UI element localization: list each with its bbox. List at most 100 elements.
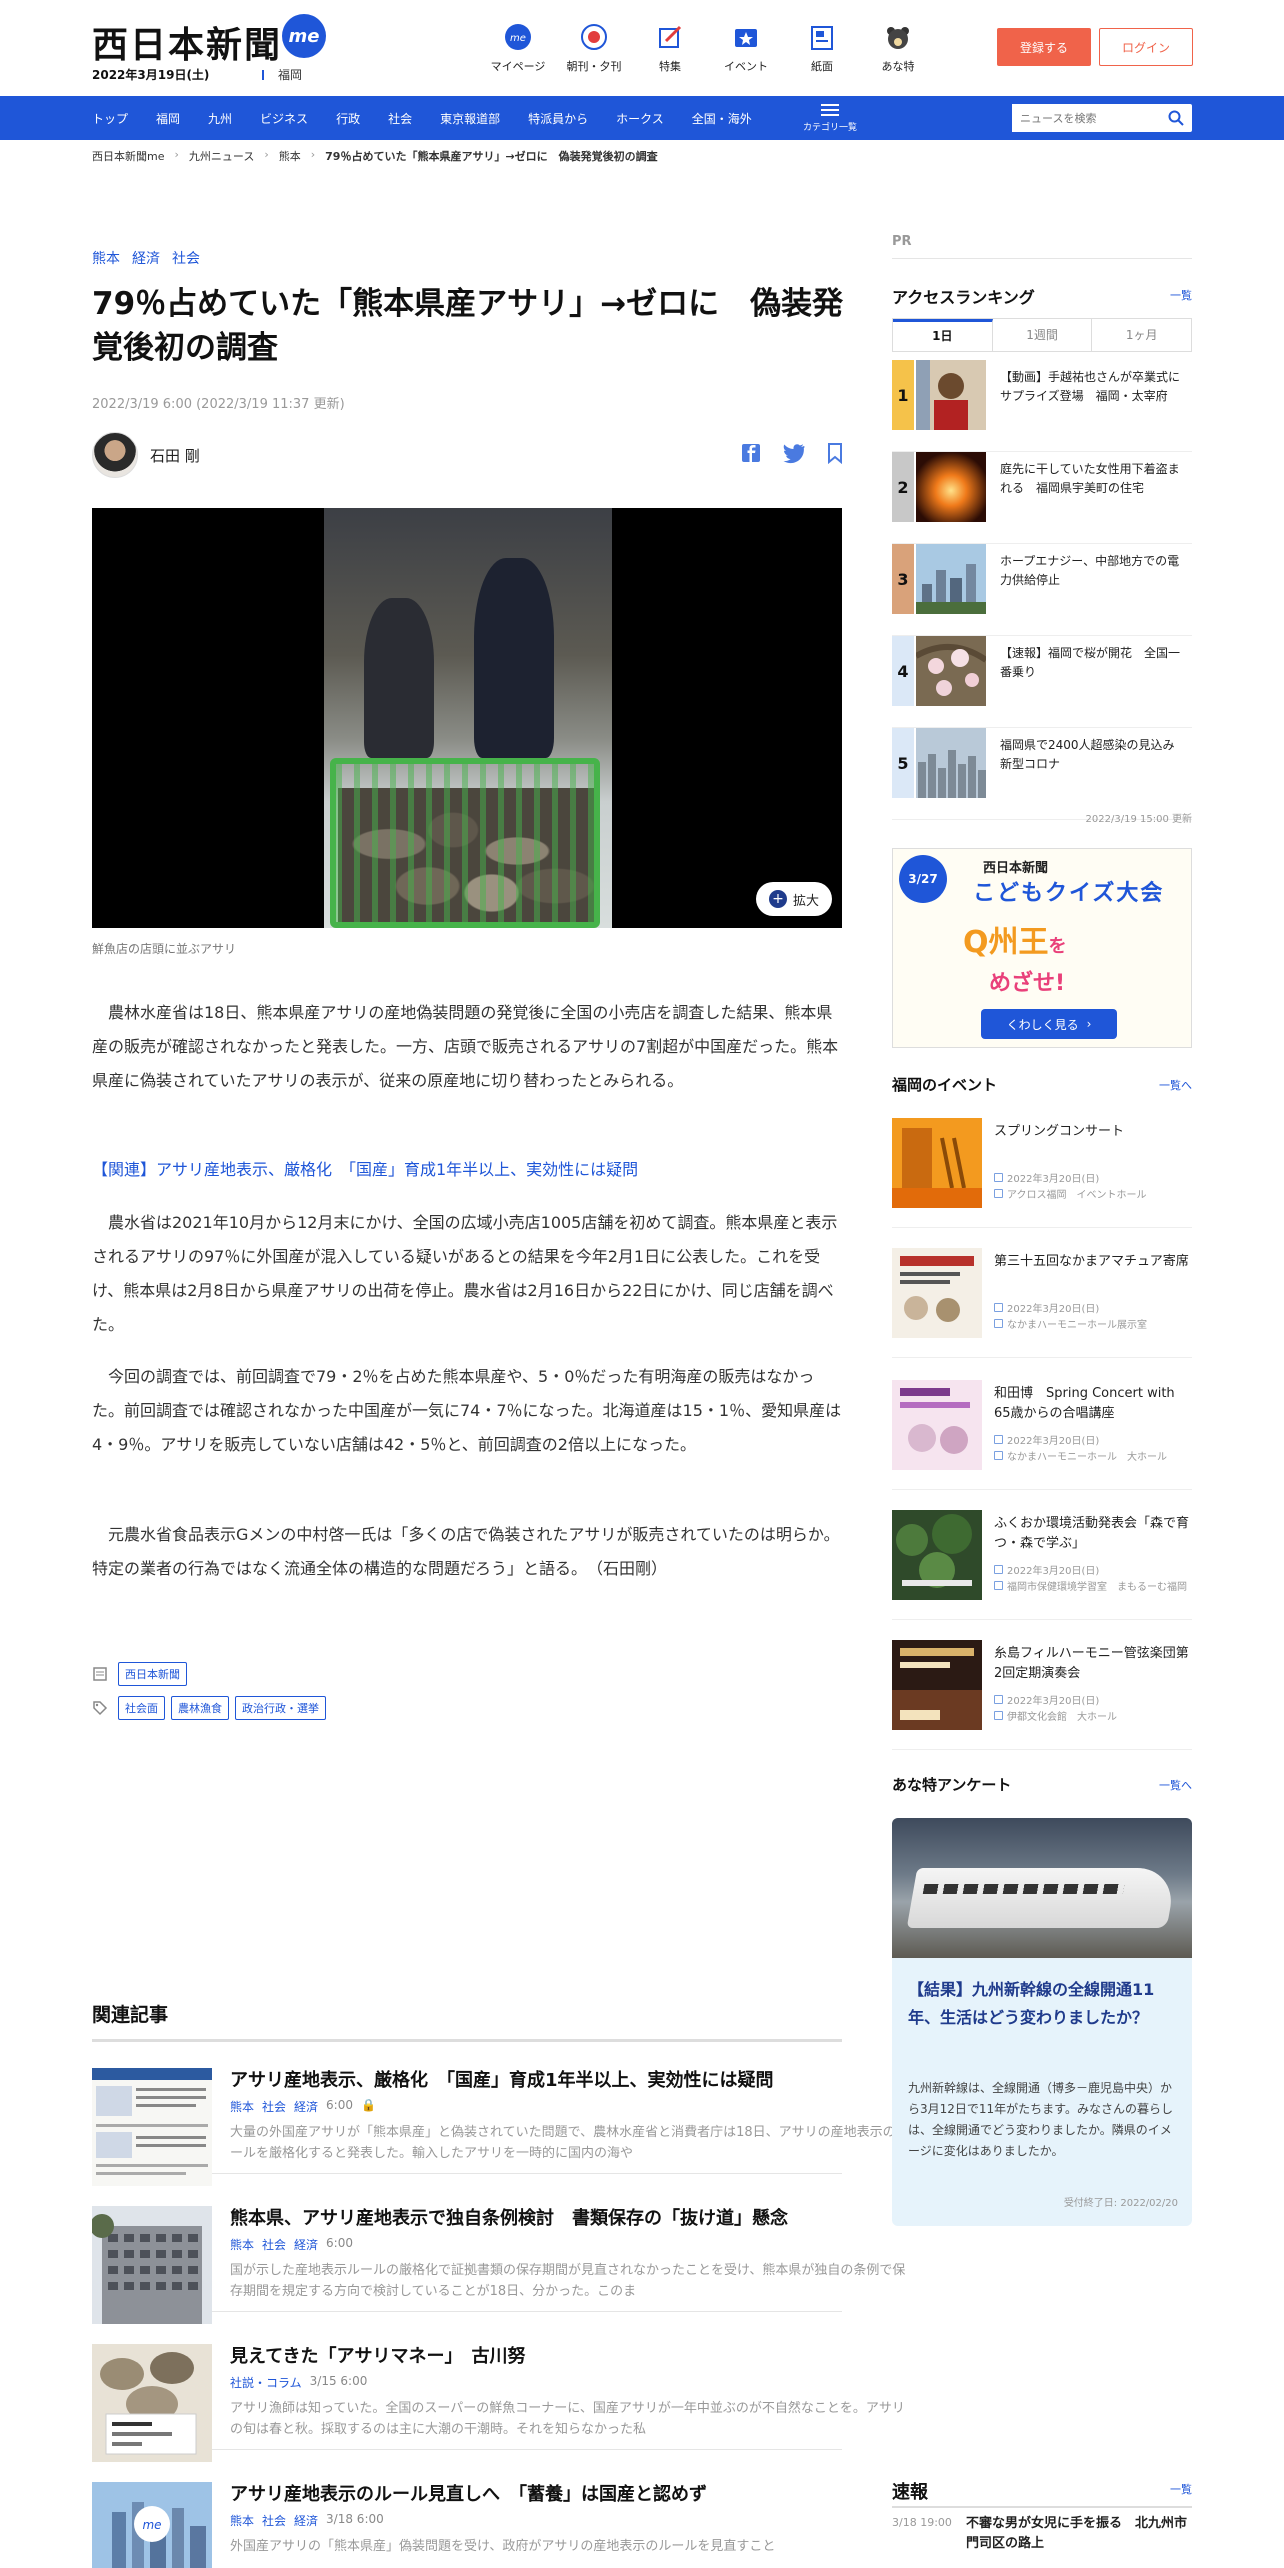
related-tag: 熊本 — [230, 2514, 255, 2528]
share-buttons — [740, 442, 846, 465]
ranking-more-link[interactable]: 一覧 — [1170, 287, 1192, 303]
header-nav: me マイページ 朝刊・夕刊 特集 イベント 紙面 あな特 — [480, 22, 936, 74]
breadcrumb-item[interactable]: 九州ニュース — [189, 148, 254, 164]
related-tag: 経済 — [294, 2238, 319, 2252]
event-item[interactable]: 第三十五回なかまアマチュア寄席 2022年3月20日(日) なかまハーモニーホー… — [892, 1248, 1192, 1358]
zoom-label: 拡大 — [792, 893, 819, 909]
category-item[interactable]: ホークス — [616, 110, 664, 127]
logo-me-badge: me — [282, 14, 326, 58]
related-item[interactable]: 見えてきた「アサリマネー」 古川努 社説・コラム 3/15 6:00 アサリ漁師は… — [92, 2332, 905, 2462]
category-menu: トップ 福岡 九州 ビジネス 行政 社会 東京報道部 特派員から ホークス 全国… — [92, 96, 780, 140]
event-item[interactable]: ふくおか環境活動発表会「森で育つ・森で学ぶ」 2022年3月20日(日) 福岡市… — [892, 1510, 1192, 1620]
nav-edition[interactable]: 朝刊・夕刊 — [556, 22, 632, 74]
topic-tag[interactable]: 農林漁食 — [171, 1696, 229, 1720]
train-shape — [906, 1868, 1178, 1928]
events-more-link[interactable]: 一覧へ — [1159, 1077, 1192, 1093]
rank-number: 3 — [892, 544, 914, 614]
nav-label: あな特 — [881, 60, 915, 73]
ranking-item[interactable]: 4 【速報】福岡で桜が開花 全国一番乗り — [892, 636, 1192, 728]
twitter-icon[interactable] — [782, 442, 805, 464]
quiz-date-top: 3/ — [908, 872, 922, 886]
related-title: アサリ産地表示、厳格化 「国産」育成1年半以上、実効性には疑問 — [230, 2070, 774, 2091]
shinkansen-photo — [892, 1818, 1192, 1958]
related-thumbnail: me — [92, 2482, 212, 2568]
category-item[interactable]: 行政 — [336, 110, 360, 127]
category-item[interactable]: 社会 — [388, 110, 412, 127]
source-tag[interactable]: 西日本新聞 — [118, 1662, 187, 1686]
related-tag: 熊本 — [230, 2238, 255, 2252]
quiz-detail-button[interactable]: くわしく見る › — [981, 1009, 1117, 1039]
related-time: 6:00 — [326, 2236, 353, 2250]
related-item[interactable]: アサリ産地表示、厳格化 「国産」育成1年半以上、実効性には疑問 熊本 社会 経済 6:… — [92, 2056, 909, 2186]
region-selector[interactable]: 福岡 — [262, 66, 302, 83]
category-item[interactable]: 全国・海外 — [692, 110, 752, 127]
category-item[interactable]: 九州 — [208, 110, 232, 127]
rank-number: 1 — [892, 360, 914, 430]
category-list-button[interactable]: カテゴリ一覧 — [800, 104, 860, 133]
site-logo[interactable]: 西日本新聞 me — [92, 14, 326, 68]
nav-mypage[interactable]: me マイページ — [480, 22, 556, 74]
ranking-thumbnail — [914, 636, 988, 706]
ranking-updated: 2022/3/19 15:00 更新 — [1085, 814, 1192, 825]
related-article-link[interactable]: 【関連】アサリ産地表示、厳格化 「国産」育成1年半以上、実効性には疑問 — [92, 1156, 638, 1180]
ranking-item[interactable]: 1 【動画】手越祐也さんが卒業式にサプライズ登場 福岡・太宰府 — [892, 360, 1192, 452]
nav-anatoku[interactable]: あな特 — [860, 22, 936, 74]
register-button[interactable]: 登録する — [997, 28, 1091, 66]
category-item[interactable]: 福岡 — [156, 110, 180, 127]
tab-1month[interactable]: 1ヶ月 — [1092, 319, 1191, 351]
quiz-brand: 西日本新聞 — [983, 861, 1049, 876]
ranking-item[interactable]: 2 庭先に干していた女性用下着盗まれる 福岡県宇美町の住宅 — [892, 452, 1192, 544]
zoom-button[interactable]: + 拡大 — [756, 882, 832, 916]
event-item[interactable]: 糸島フィルハーモニー管弦楽団第2回定期演奏会 2022年3月20日(日) 伊都文… — [892, 1640, 1192, 1750]
article-photo[interactable]: + 拡大 — [92, 508, 842, 928]
article-tag[interactable]: 経済 — [132, 248, 160, 268]
category-item[interactable]: 特派員から — [528, 110, 588, 127]
nav-event[interactable]: イベント — [708, 22, 784, 74]
related-excerpt: 大量の外国産アサリが「熊本県産」と偽装されていた問題で、農林水産省と消費者庁は1… — [230, 2125, 909, 2161]
category-item[interactable]: 東京報道部 — [440, 110, 500, 127]
related-meta: 熊本 社会 経済 3/18 6:00 — [230, 2512, 384, 2529]
ranking-item[interactable]: 5 福岡県で2400人超感染の見込み 新型コロナ — [892, 728, 1192, 820]
login-button[interactable]: ログイン — [1099, 28, 1193, 66]
tab-1day[interactable]: 1日 — [893, 319, 993, 351]
event-date: 2022年3月20日(日) — [994, 1170, 1099, 1185]
topic-tag[interactable]: 社会面 — [118, 1696, 165, 1720]
topic-tag[interactable]: 政治行政・選挙 — [235, 1696, 326, 1720]
breadcrumb: 西日本新聞me › 九州ニュース › 熊本 › 79％占めていた「熊本県産アサリ」→ゼ… — [92, 148, 658, 164]
related-tag: 熊本 — [230, 2100, 255, 2114]
article-tag[interactable]: 社会 — [172, 248, 200, 268]
breadcrumb-item[interactable]: 熊本 — [279, 148, 301, 164]
facebook-icon[interactable] — [740, 442, 762, 464]
breadcrumb-item[interactable]: 西日本新聞me — [92, 148, 164, 164]
related-item[interactable]: 熊本県、アサリ産地表示で独自条例検討 書類保存の「抜け道」懸念 熊本 社会 経済 6:… — [90, 2194, 905, 2324]
quiz-banner[interactable]: 3/27 西日本新聞 こどもクイズ大会 Q州王を めざせ! くわしく見る › — [892, 848, 1192, 1048]
svg-text:me: me — [510, 33, 526, 44]
category-item[interactable]: ビジネス — [260, 110, 308, 127]
event-title: 和田博 Spring Concert with 65歳からの合唱講座 — [994, 1386, 1175, 1421]
survey-card[interactable]: 【結果】九州新幹線の全線開通11年、生活はどう変わりましたか？ 九州新幹線は、全… — [892, 1818, 1192, 2226]
tab-1week[interactable]: 1週間 — [993, 319, 1093, 351]
rank-number: 4 — [892, 636, 914, 706]
search-icon[interactable] — [1168, 110, 1184, 130]
search-input[interactable] — [1012, 104, 1162, 132]
survey-more-link[interactable]: 一覧へ — [1159, 1777, 1192, 1793]
event-thumbnail — [892, 1640, 982, 1730]
event-item[interactable]: 和田博 Spring Concert with 65歳からの合唱講座 2022年… — [892, 1380, 1192, 1490]
nav-paper[interactable]: 紙面 — [784, 22, 860, 74]
event-item[interactable]: スプリングコンサート 2022年3月20日(日) アクロス福岡 イベントホール — [892, 1118, 1192, 1228]
ranking-item[interactable]: 3 ホープエナジー、中部地方での電力供給停止 — [892, 544, 1192, 636]
nav-feature[interactable]: 特集 — [632, 22, 708, 74]
rank-number: 5 — [892, 728, 914, 798]
lock-icon: 🔒 — [361, 2098, 376, 2112]
article-author[interactable]: 石田 剛 — [92, 432, 200, 478]
news-more-link[interactable]: 一覧 — [1170, 2481, 1192, 2497]
topic-tags: 社会面 農林漁食 政治行政・選挙 — [92, 1696, 326, 1720]
related-time: 3/15 6:00 — [309, 2374, 368, 2388]
news-title: 速報 — [892, 2482, 928, 2503]
menu-icon — [821, 104, 839, 116]
article-tag[interactable]: 熊本 — [92, 248, 120, 268]
related-tag: 社会 — [262, 2514, 287, 2528]
category-item[interactable]: トップ — [92, 110, 128, 127]
related-item[interactable]: me アサリ産地表示のルール見直しへ 「蓄養」は国産と認めず 熊本 社会 経済 3/1… — [92, 2470, 842, 2568]
bookmark-icon[interactable] — [824, 442, 846, 465]
